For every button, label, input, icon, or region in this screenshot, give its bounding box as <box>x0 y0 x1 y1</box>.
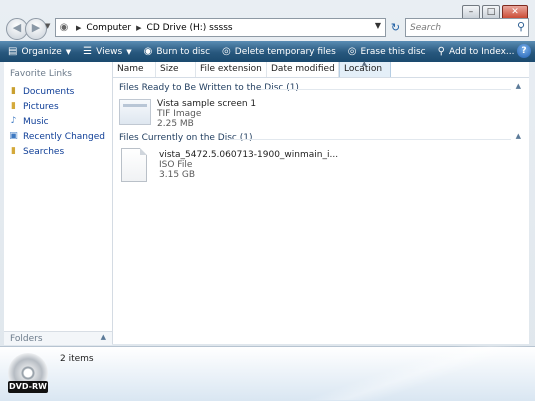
window-controls: – □ ✕ <box>462 5 528 20</box>
folders-label: Folders <box>10 333 43 344</box>
column-date-modified[interactable]: Date modified <box>267 62 339 77</box>
file-list-pane: Name Size File extension Date modified ▲… <box>113 60 529 344</box>
disc-icon: ◎ <box>222 46 231 57</box>
column-file-extension[interactable]: File extension <box>196 62 267 77</box>
views-label: Views <box>96 46 123 57</box>
command-toolbar: ▤ Organize ▼ ☰ Views ▼ ◉ Burn to disc ◎ … <box>0 41 535 62</box>
drive-label: DVD-RW <box>8 381 48 393</box>
forward-button[interactable]: ▶ <box>25 18 47 40</box>
views-icon: ☰ <box>83 46 93 57</box>
help-icon[interactable]: ? <box>517 44 531 58</box>
file-name: vista_5472.5.060713-1900_winmain_i... <box>159 150 339 160</box>
group-divider <box>229 139 511 140</box>
sidebar-item-label: Documents <box>23 86 75 97</box>
file-details: Vista sample screen 1 TIF Image 2.25 MB <box>157 99 256 129</box>
favorite-links-list: ▮ Documents ▮ Pictures ♪ Music ▣ Recentl… <box>6 84 110 159</box>
navigation-pane: Favorite Links ▮ Documents ▮ Pictures ♪ … <box>4 62 113 344</box>
organize-icon: ▤ <box>8 46 18 57</box>
views-button[interactable]: ☰ Views ▼ <box>77 41 137 62</box>
sidebar-item-music[interactable]: ♪ Music <box>6 114 110 129</box>
delete-temp-label: Delete temporary files <box>234 46 336 57</box>
address-bar[interactable]: ◉ ▶ Computer ▶ CD Drive (H:) sssss ▼ <box>55 18 386 37</box>
column-headers: Name Size File extension Date modified ▲… <box>113 60 529 78</box>
erase-disc-button[interactable]: ◎ Erase this disc <box>342 41 432 62</box>
group-divider <box>261 89 511 90</box>
column-location[interactable]: ▲ Location <box>339 60 391 77</box>
music-icon: ♪ <box>10 116 17 126</box>
chevron-up-icon: ▲ <box>515 82 521 90</box>
folders-toggle[interactable]: Folders ▲ <box>4 331 112 345</box>
file-name: Vista sample screen 1 <box>157 99 257 109</box>
recent-pages-dropdown[interactable]: ▼ <box>45 22 50 30</box>
burn-icon: ◉ <box>143 46 153 57</box>
recently-changed-icon: ▣ <box>9 131 18 141</box>
file-type: TIF Image <box>157 109 202 119</box>
sidebar-item-label: Searches <box>23 146 65 157</box>
add-index-label: Add to Index... <box>448 46 515 57</box>
favorite-links-title: Favorite Links <box>10 69 72 79</box>
refresh-button[interactable]: ↻ <box>387 19 404 36</box>
drive-icon: ◉ <box>59 22 69 33</box>
pictures-icon: ▮ <box>11 101 16 111</box>
burn-label: Burn to disc <box>156 46 211 57</box>
group-header-ready-to-write[interactable]: Files Ready to Be Written to the Disc (1… <box>119 82 523 95</box>
sidebar-item-documents[interactable]: ▮ Documents <box>6 84 110 99</box>
search-input[interactable]: Search ⚲ <box>405 18 529 37</box>
sort-indicator-icon: ▲ <box>362 60 367 67</box>
chevron-right-icon: ▶ <box>76 23 82 32</box>
organize-button[interactable]: ▤ Organize ▼ <box>0 41 77 62</box>
burn-to-disc-button[interactable]: ◉ Burn to disc <box>138 41 216 62</box>
file-size: 3.15 GB <box>159 170 196 180</box>
sidebar-item-searches[interactable]: ▮ Searches <box>6 144 110 159</box>
chevron-down-icon: ▼ <box>65 47 72 56</box>
file-type: ISO File <box>159 160 193 170</box>
column-size[interactable]: Size <box>156 62 196 77</box>
chevron-down-icon: ▼ <box>126 47 132 56</box>
column-name[interactable]: Name <box>113 62 156 77</box>
sidebar-item-label: Music <box>23 116 49 127</box>
file-details: vista_5472.5.060713-1900_winmain_i... IS… <box>159 150 338 182</box>
group-title: Files Ready to Be Written to the Disc (1… <box>119 83 299 93</box>
chevron-right-icon: ▶ <box>136 23 142 32</box>
breadcrumb-cd-drive[interactable]: CD Drive (H:) sssss <box>147 23 233 33</box>
file-icon <box>121 148 147 182</box>
chevron-up-icon: ▲ <box>515 132 521 140</box>
sidebar-item-label: Recently Changed <box>23 131 105 142</box>
search-placeholder: Search <box>410 22 442 33</box>
sidebar-item-recently-changed[interactable]: ▣ Recently Changed <box>6 129 110 144</box>
add-to-index-button[interactable]: ⚲ Add to Index... <box>432 41 521 62</box>
details-decoration <box>300 346 535 400</box>
forward-arrow-icon: ▶ <box>31 21 41 34</box>
chevron-up-icon: ▲ <box>100 333 106 341</box>
sidebar-item-label: Pictures <box>23 101 59 112</box>
back-arrow-icon: ◀ <box>12 21 22 34</box>
group-title: Files Currently on the Disc (1) <box>119 133 253 143</box>
organize-label: Organize <box>21 46 62 57</box>
address-dropdown-icon[interactable]: ▼ <box>375 21 381 30</box>
magnifier-icon: ⚲ <box>437 46 445 57</box>
breadcrumb-computer[interactable]: Computer <box>86 23 131 33</box>
breadcrumb: ▶ Computer ▶ CD Drive (H:) sssss <box>72 23 233 33</box>
item-count: 2 items <box>60 354 94 364</box>
image-thumbnail-icon <box>119 99 151 125</box>
erase-label: Erase this disc <box>360 46 426 57</box>
group-header-on-disc[interactable]: Files Currently on the Disc (1) ▲ <box>119 132 523 145</box>
searches-icon: ▮ <box>11 146 16 156</box>
search-icon[interactable]: ⚲ <box>517 20 525 33</box>
erase-icon: ◎ <box>347 46 357 57</box>
sidebar-item-pictures[interactable]: ▮ Pictures <box>6 99 110 114</box>
delete-temp-files-button[interactable]: ◎ Delete temporary files <box>216 41 342 62</box>
file-size: 2.25 MB <box>157 119 194 129</box>
list-item[interactable]: vista_5472.5.060713-1900_winmain_i... IS… <box>119 148 338 182</box>
documents-icon: ▮ <box>11 86 16 96</box>
list-item[interactable]: Vista sample screen 1 TIF Image 2.25 MB <box>119 99 256 129</box>
